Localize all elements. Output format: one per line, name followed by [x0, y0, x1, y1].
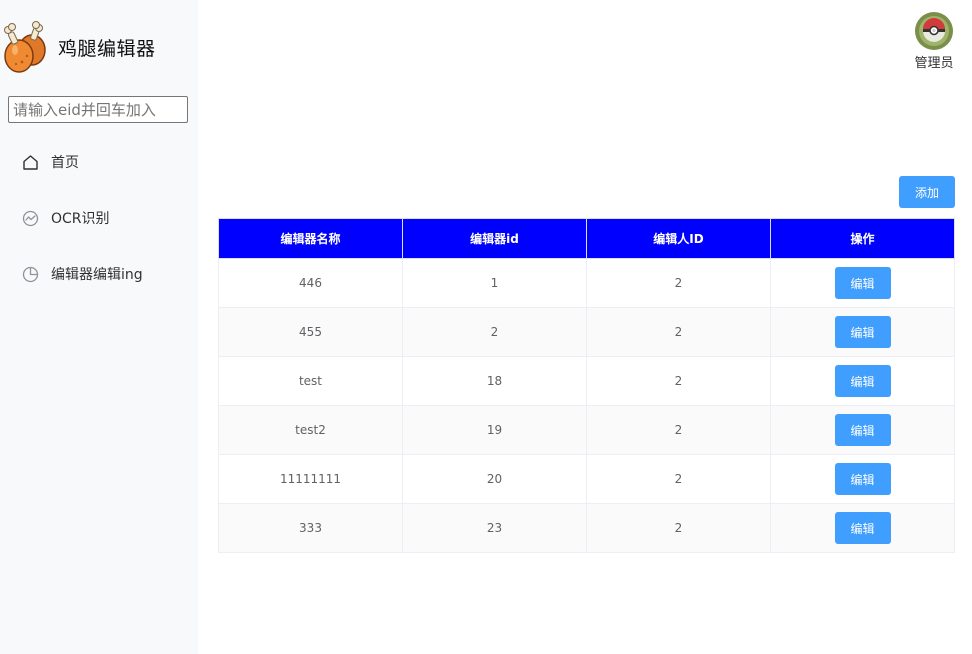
editor-table: 编辑器名称 编辑器id 编辑人ID 操作 446 1 2 编辑 455 2 2 [218, 218, 955, 553]
sidebar-item-label: 编辑器编辑ing [51, 267, 143, 283]
table-row: test2 19 2 编辑 [218, 405, 955, 455]
sidebar: 鸡腿编辑器 首页 OCR识别 [0, 0, 198, 654]
cell-editor-id: 2 [402, 307, 587, 357]
sidebar-menu: 首页 OCR识别 编辑器编辑ing [0, 134, 198, 302]
cell-name: test [218, 356, 403, 406]
table-row: 455 2 2 编辑 [218, 307, 955, 357]
column-header-editor-id[interactable]: 编辑器id [402, 218, 587, 259]
sidebar-item-editor[interactable]: 编辑器编辑ing [0, 246, 198, 302]
sidebar-item-label: 首页 [51, 155, 79, 171]
cell-editor-id: 20 [402, 454, 587, 504]
cell-name: 446 [218, 258, 403, 308]
edit-button[interactable]: 编辑 [834, 267, 891, 299]
table-row: test 18 2 编辑 [218, 356, 955, 406]
cell-editor-user-id: 2 [586, 454, 771, 504]
cell-editor-user-id: 2 [586, 503, 771, 553]
cell-actions: 编辑 [770, 356, 955, 406]
cell-editor-id: 19 [402, 405, 587, 455]
eid-search-input[interactable] [8, 96, 188, 123]
cell-actions: 编辑 [770, 307, 955, 357]
table-header-row: 编辑器名称 编辑器id 编辑人ID 操作 [218, 218, 955, 259]
table-row: 11111111 20 2 编辑 [218, 454, 955, 504]
add-button[interactable]: 添加 [899, 176, 955, 208]
user-name: 管理员 [914, 56, 954, 71]
cell-editor-user-id: 2 [586, 356, 771, 406]
sidebar-item-home[interactable]: 首页 [0, 134, 198, 190]
cell-actions: 编辑 [770, 258, 955, 308]
edit-button[interactable]: 编辑 [834, 365, 891, 397]
cell-editor-id: 23 [402, 503, 587, 553]
app-root: 鸡腿编辑器 首页 OCR识别 [0, 0, 972, 654]
cell-name: test2 [218, 405, 403, 455]
edit-button[interactable]: 编辑 [834, 414, 891, 446]
sidebar-item-ocr[interactable]: OCR识别 [0, 190, 198, 246]
table-row: 333 23 2 编辑 [218, 503, 955, 553]
cell-editor-id: 18 [402, 356, 587, 406]
edit-button[interactable]: 编辑 [834, 512, 891, 544]
cell-editor-user-id: 2 [586, 307, 771, 357]
user-menu[interactable]: 管理员 [906, 10, 962, 71]
sidebar-item-label: OCR识别 [51, 211, 110, 227]
ocr-icon [21, 209, 39, 227]
cell-name: 11111111 [218, 454, 403, 504]
cell-name: 333 [218, 503, 403, 553]
edit-button[interactable]: 编辑 [834, 316, 891, 348]
cell-editor-id: 1 [402, 258, 587, 308]
chicken-drumstick-icon [4, 21, 46, 73]
cell-actions: 编辑 [770, 503, 955, 553]
column-header-actions: 操作 [770, 218, 955, 259]
column-header-editor-user-id[interactable]: 编辑人ID [586, 218, 771, 259]
cell-name: 455 [218, 307, 403, 357]
wreath-avatar-icon [915, 12, 953, 50]
pie-chart-icon [21, 265, 39, 283]
cell-actions: 编辑 [770, 405, 955, 455]
edit-button[interactable]: 编辑 [834, 463, 891, 495]
cell-editor-user-id: 2 [586, 258, 771, 308]
table-row: 446 1 2 编辑 [218, 258, 955, 308]
cell-actions: 编辑 [770, 454, 955, 504]
column-header-name[interactable]: 编辑器名称 [218, 218, 403, 259]
home-icon [21, 153, 39, 171]
brand-title: 鸡腿编辑器 [58, 37, 156, 60]
cell-editor-user-id: 2 [586, 405, 771, 455]
brand[interactable]: 鸡腿编辑器 [2, 20, 156, 74]
